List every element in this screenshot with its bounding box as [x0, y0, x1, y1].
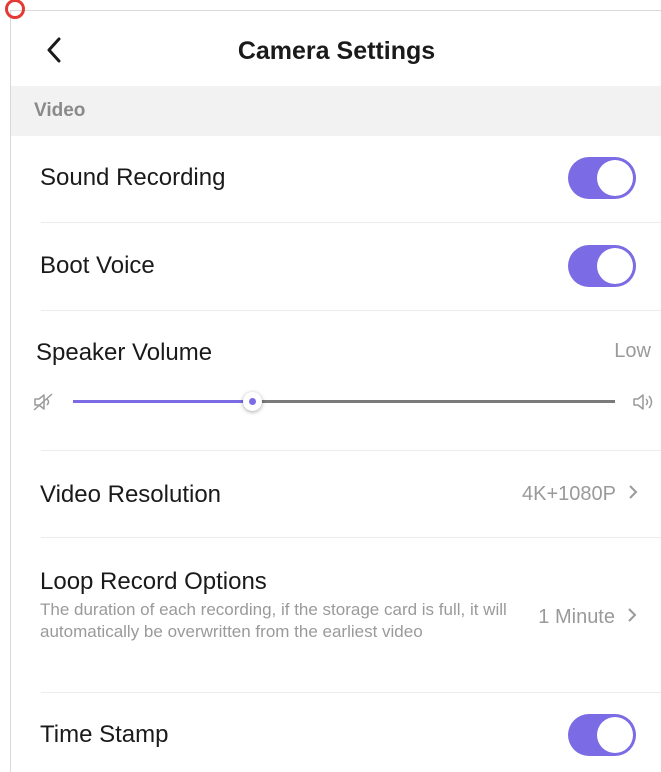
speaker-loud-icon	[633, 394, 653, 410]
section-label: Video	[34, 100, 86, 121]
settings-screen: Camera Settings Video Sound Recording Bo…	[5, 0, 661, 772]
divider	[41, 692, 661, 693]
speaker-volume-value: Low	[614, 340, 651, 362]
sound-recording-label: Sound Recording	[40, 164, 226, 191]
toggle-knob	[597, 160, 633, 196]
toggle-knob	[597, 717, 633, 753]
loop-record-value-group: 1 Minute	[538, 606, 637, 629]
loop-record-label: Loop Record Options	[40, 568, 267, 595]
time-stamp-toggle[interactable]	[568, 714, 636, 756]
loop-record-value: 1 Minute	[538, 606, 615, 628]
chevron-right-icon	[628, 483, 638, 506]
slider-thumb[interactable]	[242, 392, 262, 411]
divider	[41, 310, 661, 311]
speaker-volume-label: Speaker Volume	[36, 339, 213, 366]
loop-record-description: The duration of each recording, if the s…	[40, 600, 507, 641]
slider-thumb-dot	[248, 398, 256, 405]
sound-recording-toggle[interactable]	[568, 157, 636, 199]
header: Camera Settings	[11, 11, 661, 86]
slider-fill	[73, 400, 252, 403]
speaker-volume-slider[interactable]	[73, 392, 615, 411]
video-resolution-value-group: 4K+1080P	[522, 483, 638, 506]
video-resolution-label: Video Resolution	[40, 481, 222, 508]
page-title: Camera Settings	[237, 37, 436, 65]
boot-voice-toggle[interactable]	[568, 245, 636, 287]
section-header-video: Video	[11, 86, 661, 136]
divider	[41, 222, 661, 223]
video-resolution-value: 4K+1080P	[522, 483, 616, 505]
boot-voice-label: Boot Voice	[40, 252, 155, 279]
time-stamp-label: Time Stamp	[40, 721, 169, 748]
video-resolution-row[interactable]: Video Resolution 4K+1080P	[11, 451, 661, 537]
speaker-mute-icon	[33, 393, 53, 411]
toggle-knob	[597, 248, 633, 284]
chevron-right-icon	[627, 606, 637, 629]
